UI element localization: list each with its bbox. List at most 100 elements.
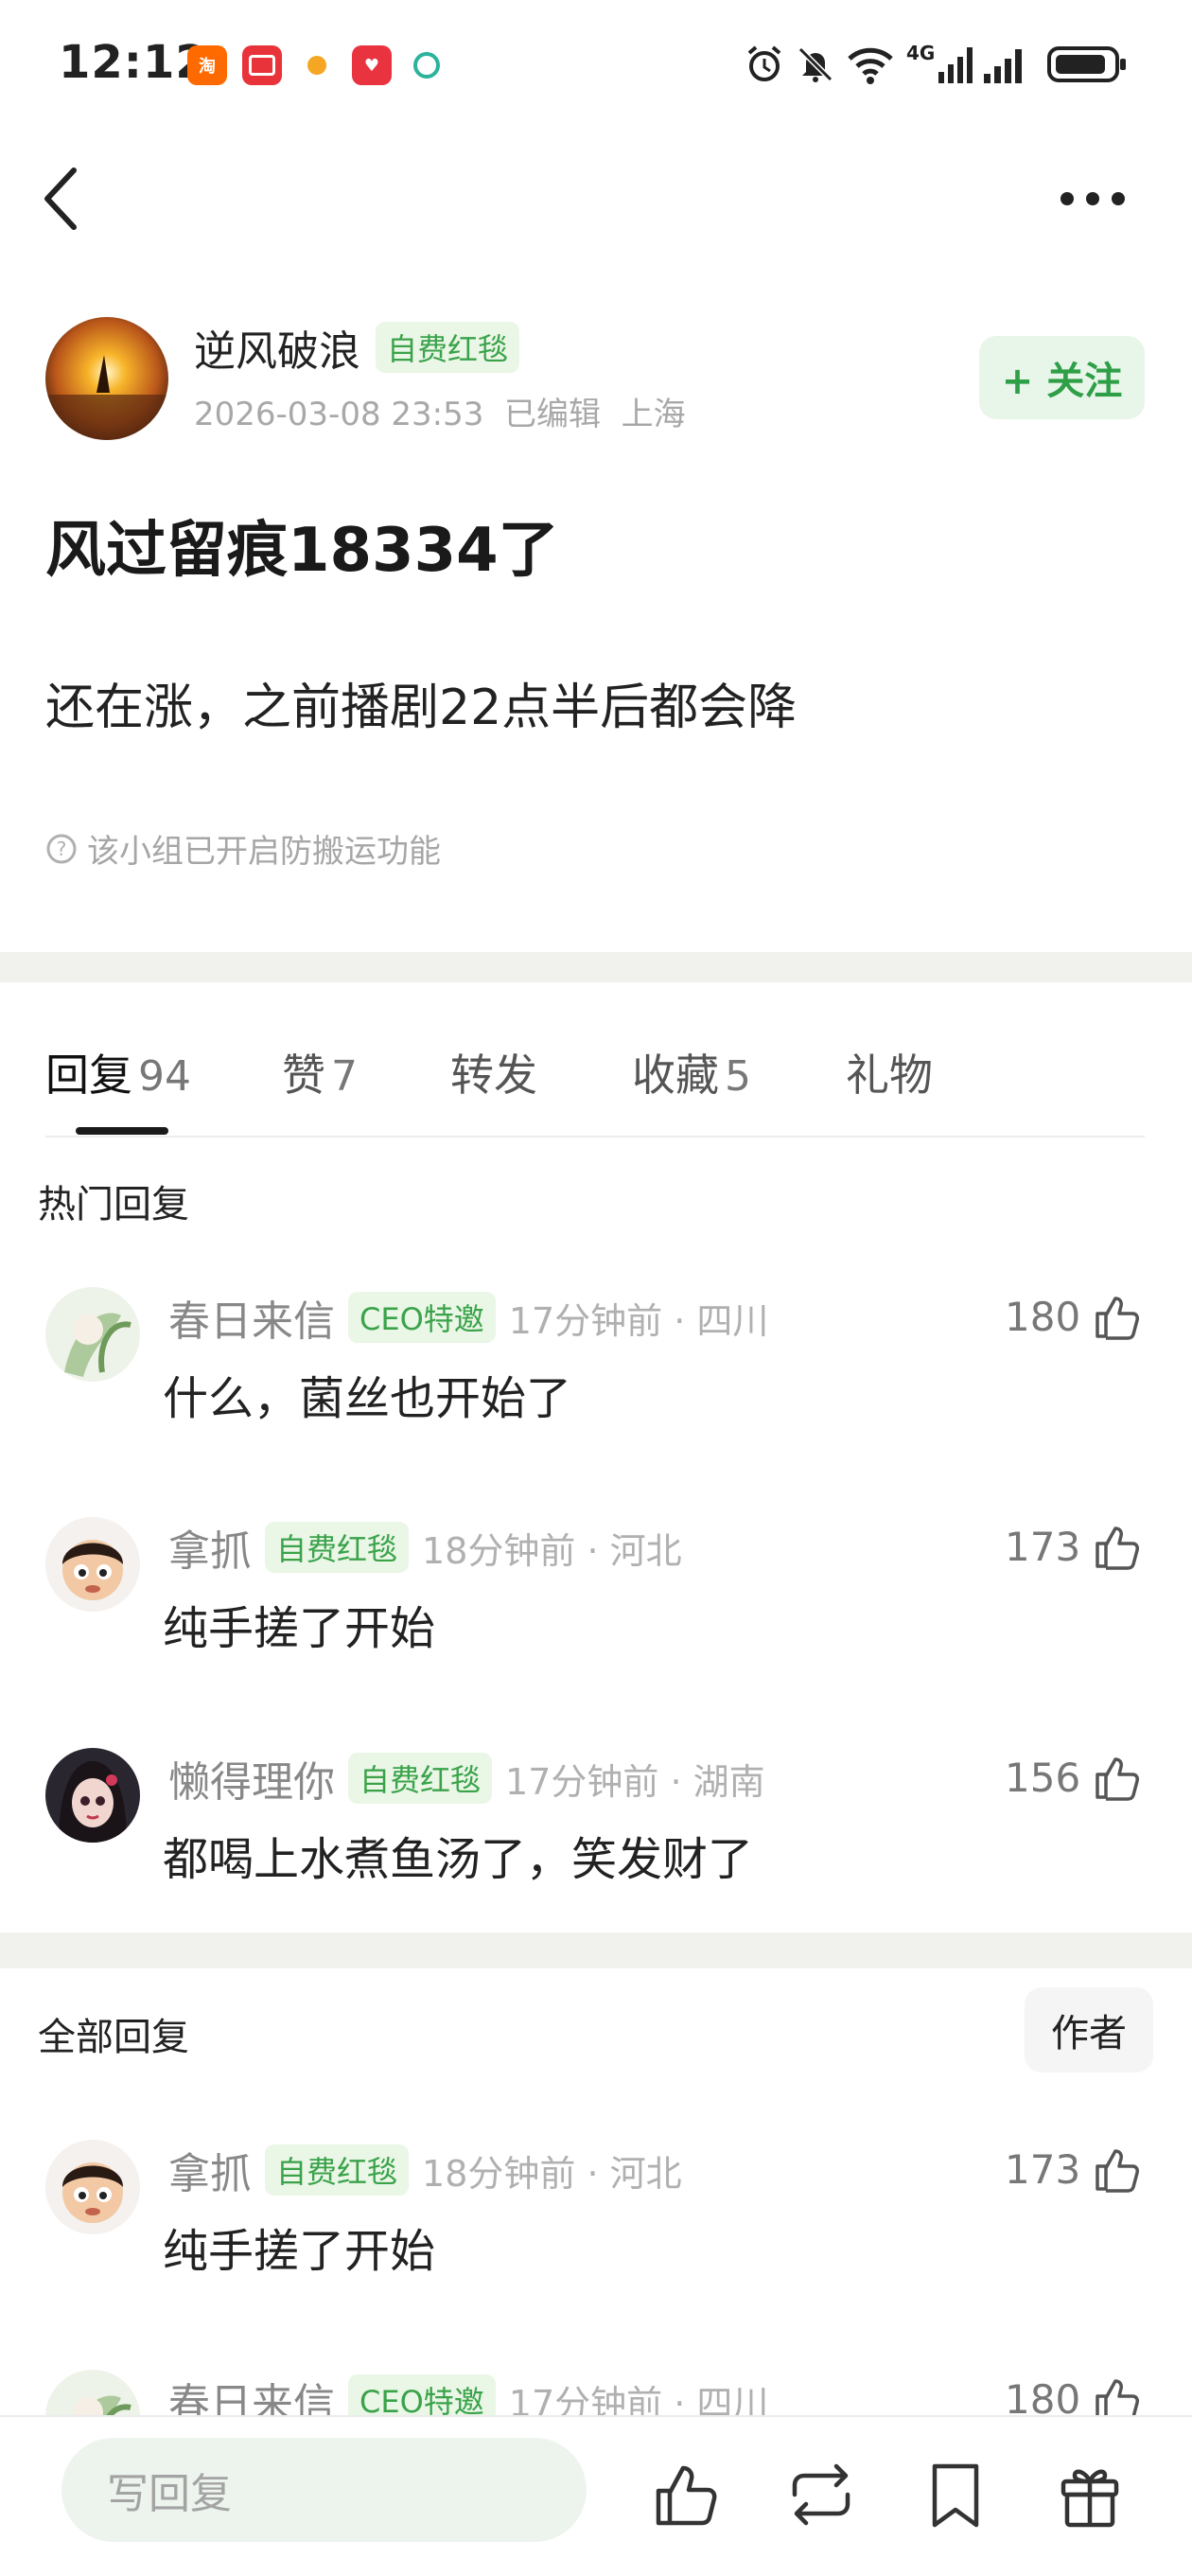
thumbs-up-icon	[1096, 1526, 1140, 1570]
hot-replies-header: 热门回复	[38, 1183, 189, 1226]
commenter-avatar[interactable]	[45, 1287, 140, 1382]
tab-gifts[interactable]: 礼物	[846, 1041, 933, 1136]
like-count: 156	[1005, 1754, 1081, 1801]
like-count: 180	[1005, 2375, 1081, 2418]
comment-text: 都喝上水煮鱼汤了，笑发财了	[163, 1833, 754, 1886]
heart-app-icon: ♥	[352, 45, 392, 85]
anti-repost-notice: ? 该小组已开启防搬运功能	[45, 825, 441, 872]
commenter-name-row: 春日来信 CEO特邀 17分钟前 · 四川	[168, 2370, 768, 2417]
wifi-icon	[844, 44, 897, 85]
thumbs-up-icon	[1096, 1297, 1140, 1340]
signal-icon	[982, 44, 1031, 85]
post-meta: 2026-03-08 23:53 已编辑 上海	[194, 396, 686, 433]
like-count: 180	[1005, 1293, 1081, 1340]
comment-text: 纯手搓了开始	[163, 2225, 436, 2278]
commenter-name[interactable]: 懒得理你	[168, 1748, 335, 1808]
comment-like-button[interactable]: 180	[1005, 1291, 1143, 1342]
author-badge: 自费红毯	[376, 322, 520, 373]
tab-replies[interactable]: 回复 94	[45, 1041, 191, 1136]
commenter-name-row: 春日来信 CEO特邀 17分钟前 · 四川	[168, 1287, 768, 1348]
commenter-avatar[interactable]	[45, 2370, 140, 2417]
green-app-icon	[407, 45, 447, 85]
tab-favorites-count: 5	[725, 1052, 751, 1101]
gift-button[interactable]	[1052, 2457, 1128, 2532]
commenter-badge: 自费红毯	[348, 1753, 493, 1804]
commenter-name[interactable]: 拿抓	[168, 2140, 252, 2200]
signal-4g-icon: 4G	[906, 42, 978, 85]
battery-icon	[1046, 44, 1128, 85]
comment-time: 17分钟前 · 四川	[508, 1299, 769, 1342]
tab-divider	[45, 1136, 1145, 1138]
question-icon: ?	[46, 834, 77, 863]
repost-icon	[792, 2463, 850, 2526]
comment-time: 17分钟前 · 四川	[508, 2382, 769, 2418]
comment-item: 拿抓 自费红毯 18分钟前 · 河北 173 纯手搓了开始	[0, 2130, 1192, 2291]
tab-reposts-label: 转发	[450, 1050, 537, 1101]
tab-replies-label: 回复	[45, 1050, 132, 1101]
more-button[interactable]	[1050, 175, 1135, 222]
comment-like-button[interactable]: 180	[1005, 2373, 1143, 2417]
all-replies-header: 全部回复	[38, 2016, 189, 2059]
network-label: 4G	[906, 42, 936, 64]
thumbs-up-icon	[1096, 2149, 1140, 2193]
thumbs-up-icon	[1096, 1757, 1140, 1801]
repost-button[interactable]	[783, 2457, 859, 2532]
commenter-name[interactable]: 拿抓	[168, 1517, 252, 1578]
tab-favorites-label: 收藏	[632, 1050, 719, 1101]
status-time: 12:12	[59, 36, 208, 89]
tab-replies-count: 94	[138, 1052, 191, 1101]
author-name[interactable]: 逆风破浪	[194, 317, 360, 378]
comment-item: 懒得理你 自费红毯 17分钟前 · 湖南 156 都喝上水煮鱼汤了，笑发财了	[0, 1738, 1192, 1899]
more-dots-icon	[1061, 192, 1125, 205]
comment-item: 春日来信 CEO特邀 17分钟前 · 四川 180 什么，菌丝也开始了	[0, 1278, 1192, 1438]
yellow-app-icon	[297, 45, 337, 85]
commenter-badge: 自费红毯	[265, 2144, 410, 2196]
back-button[interactable]	[38, 161, 95, 237]
bookmark-button[interactable]	[918, 2457, 993, 2532]
author-name-row: 逆风破浪 自费红毯	[194, 317, 520, 378]
comment-like-button[interactable]: 173	[1005, 2144, 1143, 2195]
like-count: 173	[1005, 1523, 1081, 1570]
comment-time: 18分钟前 · 河北	[422, 1529, 682, 1572]
reply-input[interactable]: 写回复	[61, 2438, 587, 2542]
post-title: 风过留痕18334了	[45, 516, 559, 586]
tab-bar: 回复 94 赞7 转发 收藏 5 礼物	[45, 1041, 1143, 1136]
comment-time: 17分钟前 · 湖南	[505, 1760, 765, 1803]
gift-icon	[1061, 2469, 1119, 2528]
taobao-icon: 淘	[187, 45, 227, 85]
section-divider	[0, 1932, 1192, 1968]
tab-likes-label: 赞	[282, 1050, 325, 1101]
commenter-name[interactable]: 春日来信	[168, 1287, 335, 1348]
commenter-name-row: 拿抓 自费红毯 18分钟前 · 河北	[168, 1517, 682, 1578]
thumbs-up-icon	[656, 2465, 717, 2526]
post-body: 还在涨，之前播剧22点半后都会降	[45, 679, 798, 736]
commenter-avatar[interactable]	[45, 1517, 140, 1612]
comment-text: 纯手搓了开始	[163, 1602, 436, 1655]
comment-item: 拿抓 自费红毯 18分钟前 · 河北 173 纯手搓了开始	[0, 1508, 1192, 1668]
comment-like-button[interactable]: 173	[1005, 1521, 1143, 1572]
notice-text: 该小组已开启防搬运功能	[87, 833, 441, 871]
author-avatar[interactable]	[45, 317, 168, 440]
commenter-avatar[interactable]	[45, 1748, 140, 1843]
tab-active-indicator	[76, 1127, 168, 1135]
author-filter-button[interactable]: 作者	[1025, 1987, 1153, 2073]
commenter-badge: CEO特邀	[348, 2374, 496, 2417]
thumbs-up-icon	[1096, 2379, 1140, 2417]
follow-button[interactable]: + 关注	[979, 336, 1145, 419]
like-button[interactable]	[649, 2457, 725, 2532]
tab-likes[interactable]: 赞7	[282, 1041, 358, 1136]
comment-text: 什么，菌丝也开始了	[163, 1372, 572, 1425]
tab-likes-count: 7	[331, 1052, 358, 1101]
comment-like-button[interactable]: 156	[1005, 1752, 1143, 1803]
tab-reposts[interactable]: 转发	[450, 1041, 537, 1136]
tab-favorites[interactable]: 收藏 5	[632, 1041, 751, 1136]
commenter-name[interactable]: 春日来信	[168, 2370, 335, 2417]
chevron-left-icon	[44, 168, 77, 230]
svg-text:?: ?	[57, 838, 67, 860]
commenter-avatar[interactable]	[45, 2140, 140, 2234]
like-count: 173	[1005, 2145, 1081, 2193]
commenter-name-row: 懒得理你 自费红毯 17分钟前 · 湖南	[168, 1748, 765, 1808]
bookmark-icon	[932, 2463, 979, 2528]
alarm-icon	[744, 44, 785, 85]
status-bar: 12:12 淘 ♥ 4G	[0, 0, 1192, 132]
